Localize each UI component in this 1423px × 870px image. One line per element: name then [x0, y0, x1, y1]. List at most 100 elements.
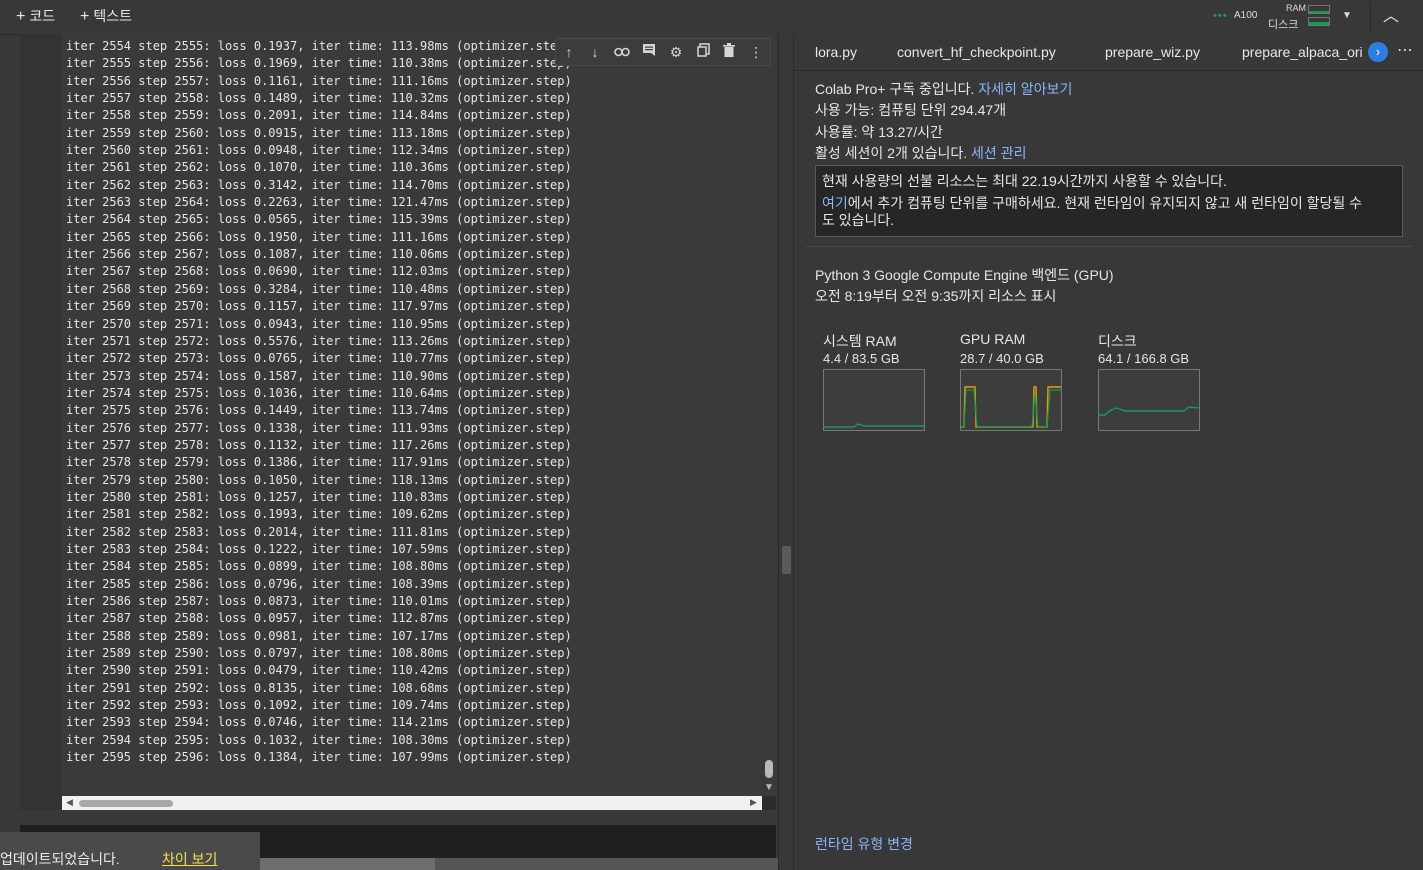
view-diff-link[interactable]: 차이 보기: [162, 849, 217, 869]
collapse-header-button[interactable]: ︿: [1370, 2, 1411, 32]
code-cell[interactable]: iter 2554 step 2555: loss 0.1937, iter t…: [20, 34, 776, 810]
tab-prepare-alpaca[interactable]: prepare_alpaca_ori: [1242, 44, 1370, 60]
log-line: iter 2573 step 2574: loss 0.1587, iter t…: [66, 368, 572, 383]
notice-line-3: 도 있습니다.: [822, 212, 895, 228]
disk-usage-bar: [1308, 17, 1330, 26]
link-icon[interactable]: [611, 42, 633, 62]
log-line: iter 2564 step 2565: loss 0.0565, iter t…: [66, 212, 572, 227]
log-line: iter 2575 step 2576: loss 0.1449, iter t…: [66, 403, 572, 418]
log-line: iter 2569 step 2570: loss 0.1157, iter t…: [66, 299, 572, 314]
metric-name: 디스크: [1098, 333, 1137, 349]
log-line: iter 2580 step 2581: loss 0.1257, iter t…: [66, 489, 572, 504]
log-line: iter 2561 step 2562: loss 0.1070, iter t…: [66, 160, 572, 175]
gpu-ram-metric: GPU RAM 28.7 / 40.0 GB: [960, 331, 1062, 431]
panel-resizer[interactable]: [778, 34, 794, 870]
log-line: iter 2574 step 2575: loss 0.1036, iter t…: [66, 385, 572, 400]
backend-info: Python 3 Google Compute Engine 백엔드 (GPU): [815, 267, 1114, 283]
log-line: iter 2565 step 2566: loss 0.1950, iter t…: [66, 229, 572, 244]
log-line: iter 2595 step 2596: loss 0.1384, iter t…: [66, 750, 572, 765]
log-line: iter 2582 step 2583: loss 0.2014, iter t…: [66, 524, 572, 539]
tab-prepare-wiz[interactable]: prepare_wiz.py: [1105, 44, 1200, 60]
log-line: iter 2563 step 2564: loss 0.2263, iter t…: [66, 195, 572, 210]
available-units: 사용 가능: 컴퓨팅 단위 294.47개: [815, 102, 1007, 118]
disk-sparkline: [1098, 369, 1200, 431]
manage-sessions-link[interactable]: 세션 관리: [971, 145, 1026, 161]
prepaid-notice: 현재 사용량의 선불 리소스는 최대 22.19시간까지 사용할 수 있습니다.…: [815, 165, 1403, 237]
metric-value: 28.7 / 40.0 GB: [960, 351, 1044, 366]
log-line: iter 2557 step 2558: loss 0.1489, iter t…: [66, 91, 572, 106]
log-line: iter 2556 step 2557: loss 0.1161, iter t…: [66, 73, 572, 88]
mirror-cell-icon[interactable]: [692, 42, 714, 62]
plus-icon: +: [80, 8, 90, 25]
log-line: iter 2558 step 2559: loss 0.2091, iter t…: [66, 108, 572, 123]
usage-rate: 사용률: 약 13.27/시간: [815, 124, 943, 140]
ram-label: RAM: [1286, 3, 1306, 13]
log-line: iter 2562 step 2563: loss 0.3142, iter t…: [66, 177, 572, 192]
log-line: iter 2593 step 2594: loss 0.0746, iter t…: [66, 715, 572, 730]
add-code-label: 코드: [29, 8, 56, 24]
scroll-right-icon[interactable]: ▶: [750, 797, 757, 808]
buy-units-link[interactable]: 여기: [822, 195, 848, 211]
next-tab-icon[interactable]: ›: [1368, 42, 1388, 62]
log-line: iter 2588 step 2589: loss 0.0981, iter t…: [66, 628, 572, 643]
log-line: iter 2576 step 2577: loss 0.1338, iter t…: [66, 420, 572, 435]
delete-icon[interactable]: [718, 42, 740, 62]
gpu-ram-sparkline: [960, 369, 1062, 431]
horizontal-scrollbar[interactable]: ◀ ▶: [62, 796, 762, 810]
add-text-button[interactable]: + 텍스트: [80, 6, 132, 26]
tab-convert-hf-checkpoint[interactable]: convert_hf_checkpoint.py: [897, 44, 1056, 60]
ram-usage-bar: [1308, 5, 1330, 14]
scroll-left-icon[interactable]: ◀: [66, 797, 73, 808]
log-line: iter 2571 step 2572: loss 0.5576, iter t…: [66, 333, 572, 348]
log-line: iter 2572 step 2573: loss 0.0765, iter t…: [66, 351, 572, 366]
plus-icon: +: [16, 8, 26, 25]
sessions-text: 활성 세션이 2개 있습니다.: [815, 145, 968, 161]
add-code-button[interactable]: + 코드: [16, 6, 55, 26]
more-options-icon[interactable]: ⋯: [1397, 40, 1413, 60]
log-line: iter 2587 step 2588: loss 0.0957, iter t…: [66, 611, 572, 626]
metric-value: 64.1 / 166.8 GB: [1098, 351, 1190, 366]
tab-lora[interactable]: lora.py: [815, 44, 857, 60]
log-line: iter 2592 step 2593: loss 0.1092, iter t…: [66, 698, 572, 713]
file-tabs: lora.py convert_hf_checkpoint.py prepare…: [794, 34, 1423, 71]
change-runtime-type-link[interactable]: 런타임 유형 변경: [815, 834, 913, 854]
resources-panel: lora.py convert_hf_checkpoint.py prepare…: [794, 34, 1423, 870]
move-up-icon[interactable]: ↑: [558, 42, 580, 62]
metric-name: 시스템 RAM: [823, 333, 897, 349]
learn-more-link[interactable]: 자세히 알아보기: [978, 81, 1072, 97]
metric-value: 4.4 / 83.5 GB: [823, 351, 900, 366]
bottom-scrollbar[interactable]: [260, 858, 778, 870]
scroll-down-icon[interactable]: ▼: [764, 782, 774, 793]
disk-label: 디스크: [1268, 19, 1299, 31]
resource-period: 오전 8:19부터 오전 9:35까지 리소스 표시: [815, 288, 1057, 304]
log-line: iter 2566 step 2567: loss 0.1087, iter t…: [66, 247, 572, 262]
chevron-down-icon[interactable]: ▼: [1342, 10, 1352, 21]
toast-message: 업데이트되었습니다.: [0, 851, 120, 867]
divider: [806, 246, 1412, 247]
scrollbar-thumb[interactable]: [765, 760, 773, 778]
system-ram-metric: 시스템 RAM 4.4 / 83.5 GB: [823, 331, 925, 431]
scrollbar-thumb[interactable]: [79, 800, 173, 807]
more-options-icon[interactable]: ⋮: [745, 42, 767, 62]
sessions-info: 활성 세션이 2개 있습니다. 세션 관리: [815, 143, 1026, 163]
resource-indicator[interactable]: ••• A100 RAM 디스크 ▼: [1210, 3, 1360, 31]
training-log: iter 2554 step 2555: loss 0.1937, iter t…: [62, 34, 762, 796]
gear-icon[interactable]: ⚙: [665, 42, 687, 62]
log-line: iter 2567 step 2568: loss 0.0690, iter t…: [66, 264, 572, 279]
subscription-text: Colab Pro+ 구독 중입니다.: [815, 81, 975, 97]
move-down-icon[interactable]: ↓: [584, 42, 606, 62]
metric-name: GPU RAM: [960, 331, 1026, 347]
log-line: iter 2559 step 2560: loss 0.0915, iter t…: [66, 125, 572, 140]
add-text-label: 텍스트: [93, 8, 132, 24]
log-line: iter 2560 step 2561: loss 0.0948, iter t…: [66, 143, 572, 158]
gpu-label: A100: [1234, 10, 1258, 21]
connected-dots-icon: •••: [1213, 10, 1228, 22]
scrollbar-thumb[interactable]: [260, 858, 435, 870]
comment-icon[interactable]: [638, 42, 660, 62]
top-toolbar: + 코드 + 텍스트 ••• A100 RAM 디스크 ▼ ︿: [0, 0, 1423, 35]
resize-handle[interactable]: [782, 546, 791, 574]
notice-line-2: 여기에서 추가 컴퓨팅 단위를 구매하세요. 현재 런타임이 유지되지 않고 새…: [822, 193, 1362, 213]
system-ram-sparkline: [823, 369, 925, 431]
vertical-scrollbar[interactable]: ▼: [762, 34, 776, 796]
log-line: iter 2577 step 2578: loss 0.1132, iter t…: [66, 437, 572, 452]
